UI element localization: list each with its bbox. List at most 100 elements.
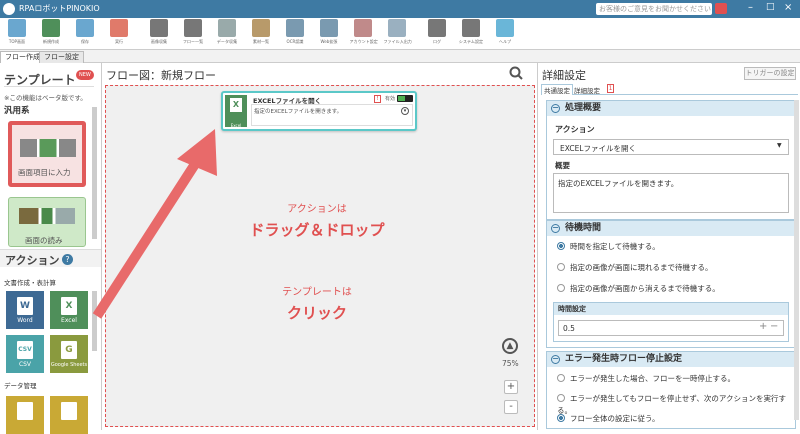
feedback-placeholder: お客様のご意見をお聞かせください (599, 5, 711, 13)
node-toggle[interactable] (397, 95, 413, 102)
ribbon-label: データ収集 (216, 40, 238, 45)
action-header: アクション ? (0, 249, 101, 267)
template-input-icon (20, 139, 76, 157)
ribbon-pinokio-logo-button[interactable]: TOP画面 (2, 19, 32, 49)
error-option-continue-label: エラーが発生してもフローを停止せず、次のアクションを実行する。 (557, 394, 786, 415)
ocr-icon (286, 19, 304, 37)
template-header: テンプレート NEW (4, 69, 94, 87)
flow-area: フロー図：新規フロー X Excel EXCELファイルを開く ! 有効 指定の… (92, 63, 537, 430)
ribbon-image-capture-button[interactable]: 画像収集 (144, 19, 174, 49)
app-title: RPAロボットPINOKIO (19, 4, 100, 13)
section-error-title: エラー発生時フロー停止設定 (565, 354, 683, 364)
decrement-icon[interactable]: − (770, 321, 778, 332)
help-icon[interactable]: ? (62, 254, 73, 265)
detail-panel: 詳細設定 トリガーの設定 共通設定 詳細設定 1 − 処理概要 アクション EXC… (537, 63, 800, 430)
ribbon-database-button[interactable]: データ収集 (212, 19, 242, 49)
error-option-pause-label: エラーが発生した場合、フローを一時停止する。 (570, 374, 735, 383)
detail-tab-bar: 共通設定 詳細設定 1 (541, 83, 798, 95)
section-summary-header[interactable]: − 処理概要 (547, 101, 795, 116)
action-csv-label: CSV (18, 361, 32, 368)
section-error-header[interactable]: − エラー発生時フロー停止設定 (547, 352, 795, 367)
account-icon (354, 19, 372, 37)
error-option-pause[interactable]: エラーが発生した場合、フローを一時停止する。 (557, 373, 735, 385)
help-icon (496, 19, 514, 37)
collapse-icon[interactable]: − (551, 224, 560, 233)
ribbon-account-button[interactable]: アカウント設定 (348, 19, 378, 49)
new-badge: NEW (76, 70, 94, 80)
increment-icon[interactable]: + (759, 321, 767, 332)
error-option-continue[interactable]: エラーが発生してもフローを停止せず、次のアクションを実行する。 (557, 393, 795, 415)
ribbon-play-button[interactable]: 実行 (104, 19, 134, 49)
action-word[interactable]: W Word (6, 291, 44, 329)
web-icon (320, 19, 338, 37)
scroll-top-icon[interactable]: ▲ (502, 338, 518, 354)
ribbon-label: 素材一覧 (252, 40, 270, 45)
flow-node[interactable]: X Excel EXCELファイルを開く ! 有効 指定のEXCELファイルを開… (221, 91, 417, 131)
error-option-flow[interactable]: フロー全体の設定に従う。 (557, 413, 660, 425)
template-read-icon (19, 208, 75, 224)
maximize-button[interactable]: □ (766, 2, 775, 12)
node-status-text: 有効 (385, 96, 396, 102)
folder-icon (252, 19, 270, 37)
tab-detail-settings[interactable]: 詳細設定 (574, 85, 600, 95)
hint-template-line1: テンプレートは (282, 287, 352, 298)
ribbon-ocr-button[interactable]: OCR認識 (280, 19, 310, 49)
ribbon-file-io-button[interactable]: ファイル入出力 (382, 19, 412, 49)
action-google-sheets[interactable]: G Google Sheets (50, 335, 88, 373)
ribbon-save-button[interactable]: 保存 (70, 19, 100, 49)
feedback-send-icon[interactable] (715, 3, 727, 14)
close-button[interactable]: × (784, 2, 792, 13)
excel-icon: X (61, 297, 77, 315)
time-input[interactable]: 0.5 + − (558, 320, 784, 336)
ribbon-new-file-button[interactable]: 新規作成 (36, 19, 66, 49)
ribbon-web-button[interactable]: Web拡張 (314, 19, 344, 49)
action-csv[interactable]: CSV CSV (6, 335, 44, 373)
section-wait-title: 待機時間 (565, 223, 602, 233)
action-excel-label: Excel (61, 317, 77, 324)
ribbon-label: OCR認識 (286, 40, 304, 45)
tab-common-settings[interactable]: 共通設定 (541, 84, 573, 95)
template-card-input[interactable]: 画面項目に入力 (8, 121, 86, 187)
ribbon-help-button[interactable]: ヘルプ (490, 19, 520, 49)
action-data-1[interactable] (6, 396, 44, 434)
node-expand-icon[interactable]: ▾ (401, 107, 409, 115)
template-card-read[interactable]: 画面の読み (8, 197, 86, 247)
ribbon-list-button[interactable]: フロー一覧 (178, 19, 208, 49)
chevron-down-icon: ▼ (777, 142, 782, 149)
wait-option-disappear[interactable]: 指定の画像が画面から消えるまで待機する。 (557, 283, 720, 295)
hint-template-line2: クリック (286, 304, 347, 322)
action-word-label: Word (17, 317, 33, 324)
ribbon-gear-button[interactable]: システム設定 (456, 19, 486, 49)
time-label: 時間設定 (558, 305, 586, 313)
wait-option-time[interactable]: 時間を指定して待機する。 (557, 241, 660, 253)
section-wait-header[interactable]: − 待機時間 (547, 221, 795, 236)
trigger-button[interactable]: トリガーの設定 (744, 67, 796, 80)
action-excel[interactable]: X Excel (50, 291, 88, 329)
ribbon-folder-button[interactable]: 素材一覧 (246, 19, 276, 49)
summary-label: 概要 (555, 161, 570, 170)
category-general: 汎用系 (4, 106, 30, 116)
detail-scrollbar[interactable] (794, 100, 799, 420)
zoom-out-button[interactable]: - (504, 400, 518, 414)
zoom-in-button[interactable]: + (504, 380, 518, 394)
collapse-icon[interactable]: − (551, 104, 560, 113)
search-icon[interactable] (509, 65, 523, 80)
feedback-box[interactable]: お客様のご意見をお聞かせください (596, 3, 712, 15)
template-title: テンプレート (4, 73, 76, 87)
tab-flow-settings[interactable]: フロー設定 (39, 51, 84, 63)
summary-textarea[interactable]: 指定のEXCELファイルを開きます。 (553, 173, 789, 213)
wait-option-appear[interactable]: 指定の画像が画面に現れるまで待機する。 (557, 262, 713, 274)
ribbon-label: フロー一覧 (182, 40, 204, 45)
folder-icon (61, 402, 77, 420)
action-data-2[interactable] (50, 396, 88, 434)
flow-tab-bar: フロー作成 フロー設定 (0, 50, 800, 63)
node-desc: 指定のEXCELファイルを開きます。 (254, 109, 343, 115)
ribbon-log-button[interactable]: ログ (422, 19, 452, 49)
radio-checked-icon (557, 242, 565, 250)
ribbon-label: Web拡張 (320, 40, 338, 45)
ribbon-label: ファイル入出力 (383, 40, 412, 45)
collapse-icon[interactable]: − (551, 355, 560, 364)
minimize-button[interactable]: – (748, 2, 753, 13)
action-select[interactable]: EXCELファイルを開く ▼ (553, 139, 789, 155)
ribbon-label: システム設定 (458, 40, 484, 45)
